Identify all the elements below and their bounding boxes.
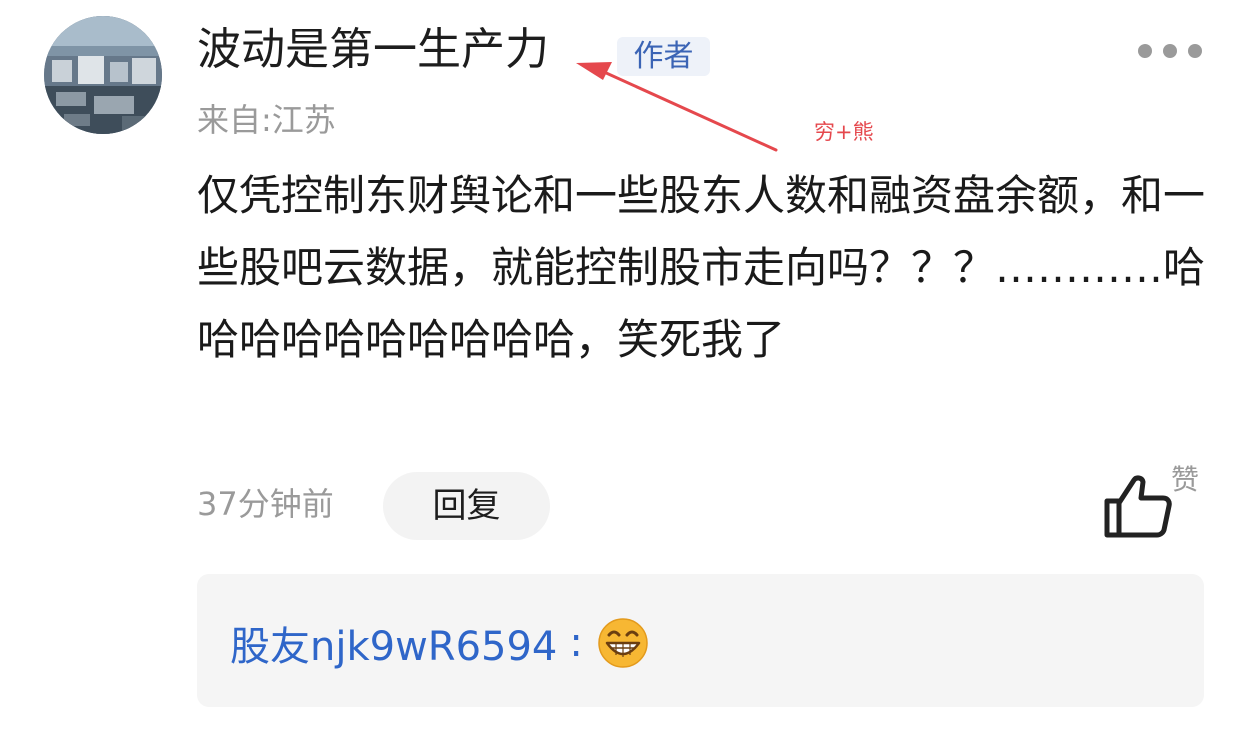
location-label: 来自:江苏 (197, 101, 336, 139)
more-options-icon[interactable] (1138, 40, 1202, 62)
dot-icon (1188, 44, 1202, 58)
reply-separator: : (569, 620, 583, 666)
reply-button[interactable]: 回复 (383, 472, 550, 540)
dot-icon (1163, 44, 1177, 58)
thumbs-up-icon[interactable] (1101, 473, 1173, 539)
username[interactable]: 波动是第一生产力 (197, 22, 549, 78)
grinning-face-icon (598, 618, 648, 668)
like-label: 赞 (1171, 463, 1200, 496)
reply-line: 股友njk9wR6594 : (230, 614, 649, 672)
timestamp: 37分钟前 (197, 485, 334, 523)
reply-author[interactable]: 股友njk9wR6594 (230, 614, 557, 672)
author-badge: 作者 (617, 37, 710, 76)
avatar-image (44, 16, 162, 134)
annotation-label: 穷+熊 (814, 120, 874, 144)
dot-icon (1138, 44, 1152, 58)
avatar[interactable] (44, 16, 162, 134)
comment-body: 仅凭控制东财舆论和一些股东人数和融资盘余额，和一些股吧云数据，就能控制股市走向吗… (197, 171, 1206, 364)
reply-preview[interactable]: 股友njk9wR6594 : (197, 574, 1204, 707)
